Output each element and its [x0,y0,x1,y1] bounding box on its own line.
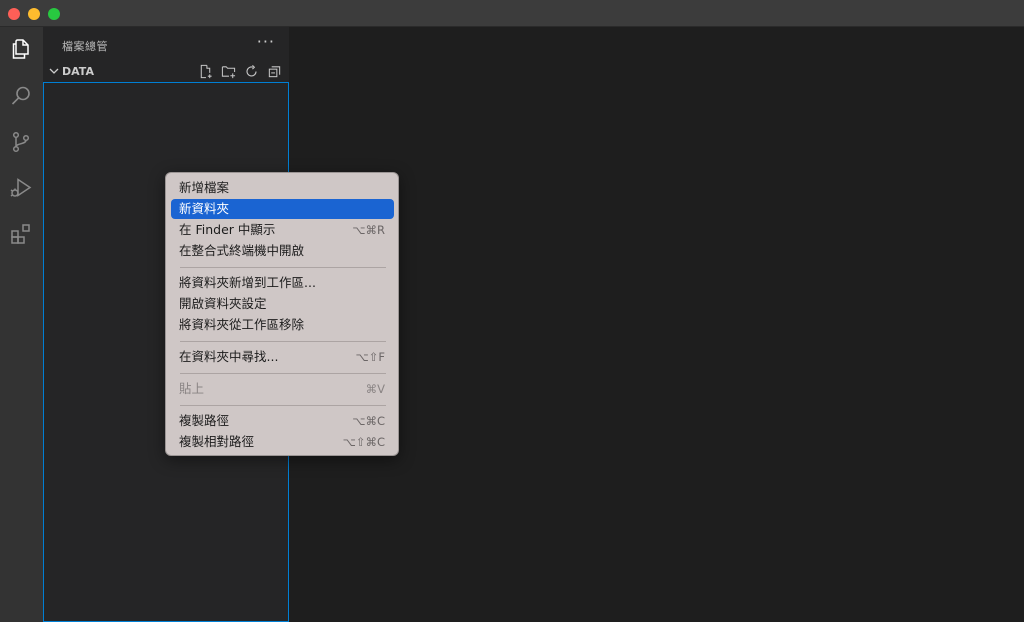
menu-item-label: 複製路徑 [179,413,230,428]
run-debug-icon [10,178,32,197]
data-folder-header[interactable]: DATA [43,62,289,82]
context-menu: 新增檔案 新資料夾 在 Finder 中顯示 ⌥⌘R 在整合式終端機中開啟 將資… [165,172,399,456]
menu-item-shortcut: ⌥⌘C [352,414,385,428]
menu-item-open-in-terminal[interactable]: 在整合式終端機中開啟 [171,241,394,261]
chevron-down-icon [49,68,59,74]
menu-item-shortcut: ⌥⇧F [355,350,385,364]
collapse-all-icon [268,66,281,78]
close-window-button[interactable] [8,8,20,20]
menu-item-label: 將資料夾從工作區移除 [179,317,305,332]
folder-name: DATA [62,65,94,78]
source-control-icon [12,131,30,153]
folder-actions [197,63,283,80]
menu-item-reveal-in-finder[interactable]: 在 Finder 中顯示 ⌥⌘R [171,220,394,240]
menu-item-open-folder-settings[interactable]: 開啟資料夾設定 [171,294,394,314]
menu-separator [180,267,386,268]
menu-separator [180,373,386,374]
menu-item-label: 在資料夾中尋找... [179,349,279,364]
search-icon [11,86,30,105]
menu-item-label: 在整合式終端機中開啟 [179,243,305,258]
menu-item-shortcut: ⌥⇧⌘C [342,435,385,449]
files-icon [12,39,29,59]
collapse-all-button[interactable] [266,63,283,80]
menu-item-new-file[interactable]: 新增檔案 [171,178,394,198]
source-control-activity-button[interactable] [6,127,36,157]
menu-item-add-folder-to-workspace[interactable]: 將資料夾新增到工作區... [171,273,394,293]
menu-item-label: 複製相對路徑 [179,434,255,449]
activity-bar [0,27,43,622]
menu-item-shortcut: ⌥⌘R [352,223,385,237]
new-file-icon [200,64,212,79]
menu-item-copy-path[interactable]: 複製路徑 ⌥⌘C [171,411,394,431]
search-activity-button[interactable] [6,81,36,111]
editor-area[interactable] [289,27,1024,622]
menu-item-paste: 貼上 ⌘V [171,379,394,399]
menu-separator [180,341,386,342]
menu-item-remove-folder-from-workspace[interactable]: 將資料夾從工作區移除 [171,315,394,335]
menu-item-new-folder[interactable]: 新資料夾 [171,199,394,219]
refresh-button[interactable] [243,63,260,80]
menu-separator [180,405,386,406]
new-folder-button[interactable] [220,63,237,80]
menu-item-copy-relative-path[interactable]: 複製相對路徑 ⌥⇧⌘C [171,432,394,452]
title-bar [0,0,1024,27]
menu-item-label: 貼上 [179,381,205,396]
extensions-activity-button[interactable] [6,219,36,249]
menu-item-label: 新增檔案 [179,180,230,195]
menu-item-find-in-folder[interactable]: 在資料夾中尋找... ⌥⇧F [171,347,394,367]
run-debug-activity-button[interactable] [6,173,36,203]
menu-item-label: 新資料夾 [179,201,230,216]
explorer-activity-button[interactable] [6,34,36,64]
menu-item-shortcut: ⌘V [365,382,385,396]
more-actions-button[interactable]: ··· [257,32,275,51]
menu-item-label: 在 Finder 中顯示 [179,222,276,237]
refresh-icon [246,65,257,77]
menu-item-label: 將資料夾新增到工作區... [179,275,316,290]
new-file-button[interactable] [197,63,214,80]
zoom-window-button[interactable] [48,8,60,20]
minimize-window-button[interactable] [28,8,40,20]
new-folder-icon [221,66,236,79]
menu-item-label: 開啟資料夾設定 [179,296,267,311]
explorer-title: 檔案總管 [62,40,108,53]
extensions-icon [11,224,30,244]
